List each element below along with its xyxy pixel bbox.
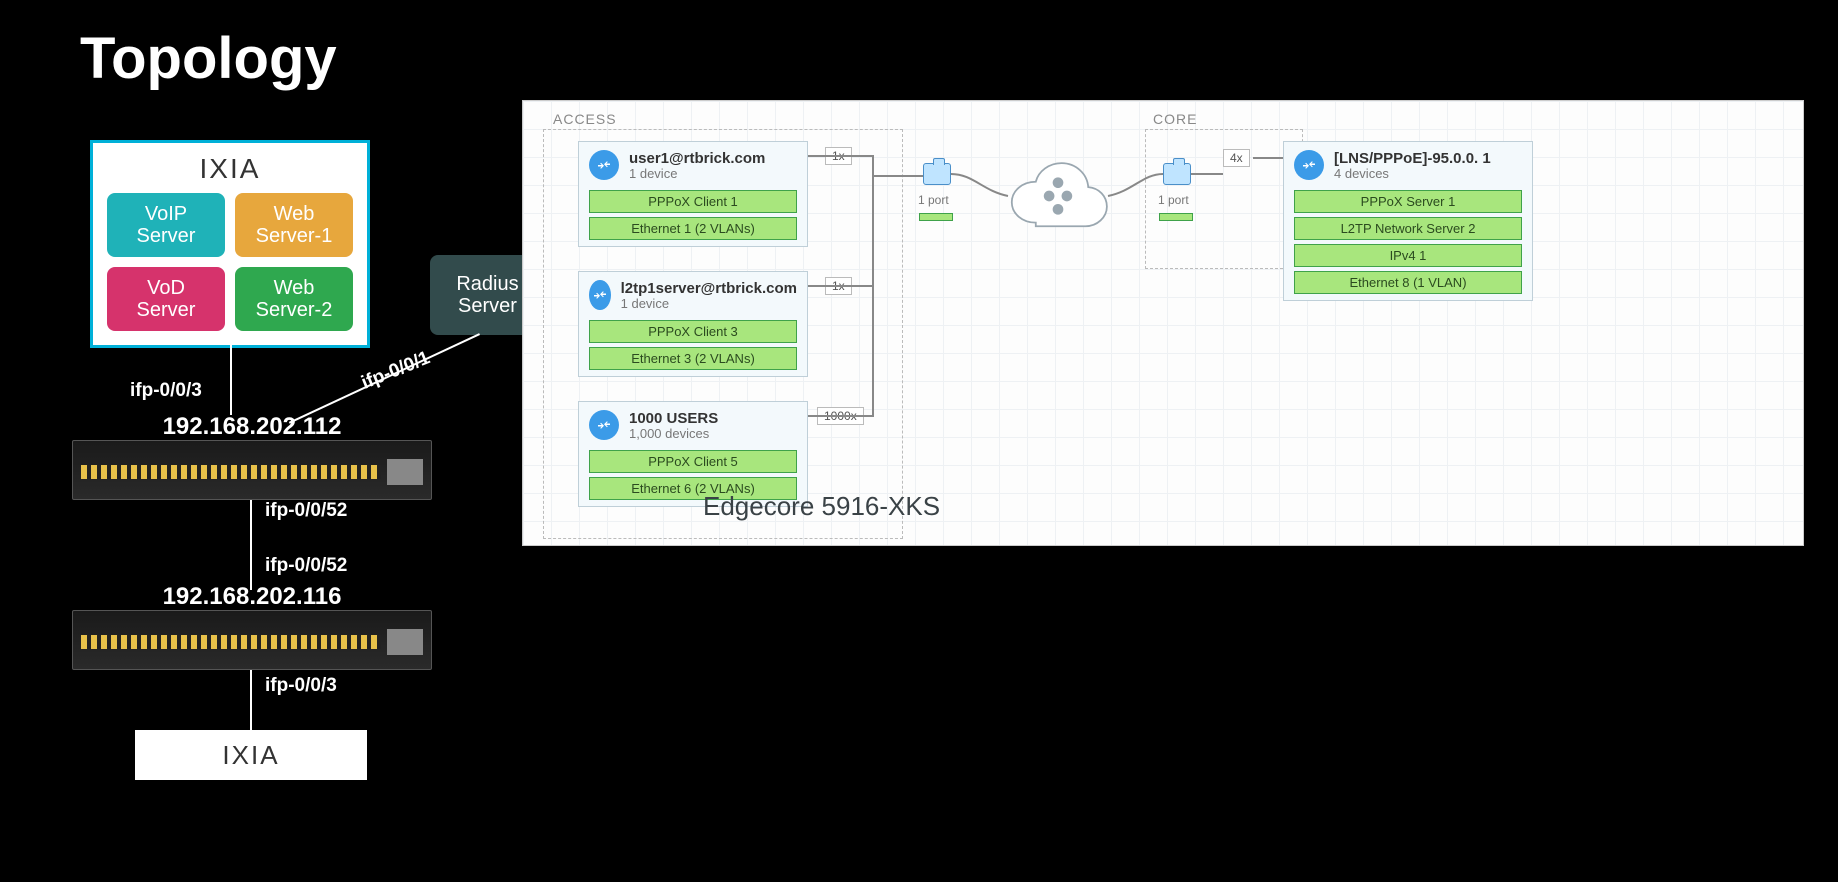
tile-vod: VoD Server — [107, 267, 225, 331]
ixia-top-box: IXIA VoIP Server Web Server-1 VoD Server… — [90, 140, 370, 348]
tile-voip: VoIP Server — [107, 193, 225, 257]
scenario-panel: ACCESS CORE user1@rtbrick.com1 device PP… — [522, 100, 1804, 546]
ixia-top-title: IXIA — [107, 153, 353, 185]
link-sw1-sw2 — [250, 500, 252, 590]
ixia-bottom-box: IXIA — [135, 730, 367, 780]
page-title: Topology — [80, 25, 337, 92]
switch-2-ip: 192.168.202.116 — [73, 583, 431, 611]
label-ifp003b: ifp-0/0/3 — [265, 675, 337, 697]
overlay-hardware-label: Edgecore 5916-XKS — [703, 491, 940, 522]
label-ifp0052b: ifp-0/0/52 — [265, 555, 347, 577]
tile-web1: Web Server-1 — [235, 193, 353, 257]
connector-wires — [523, 101, 1803, 545]
label-ifp001: ifp-0/0/1 — [358, 347, 433, 394]
label-ifp0052a: ifp-0/0/52 — [265, 500, 347, 522]
tile-web2: Web Server-2 — [235, 267, 353, 331]
switch-1-ip: 192.168.202.112 — [73, 413, 431, 441]
label-ifp003: ifp-0/0/3 — [130, 380, 202, 402]
link-sw2-ixia — [250, 670, 252, 730]
switch-2: 192.168.202.116 — [72, 610, 432, 670]
link-ixia-sw1 — [230, 340, 232, 415]
switch-1: 192.168.202.112 — [72, 440, 432, 500]
left-topology: IXIA VoIP Server Web Server-1 VoD Server… — [60, 140, 480, 348]
